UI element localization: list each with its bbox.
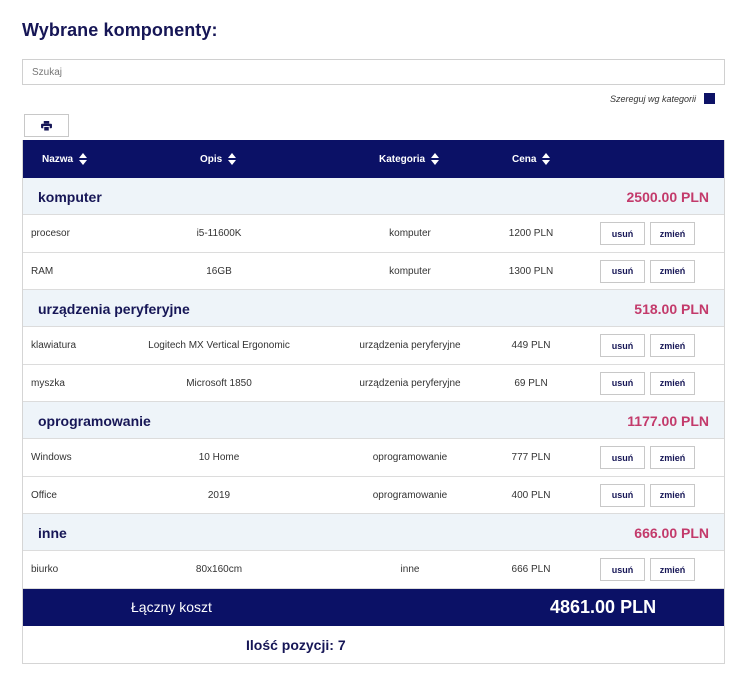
cell-price: 666 PLN <box>511 564 551 575</box>
header-name-label: Nazwa <box>42 153 74 165</box>
components-table: Nazwa Opis Kategoria Cena komputer 2500.… <box>22 140 725 664</box>
header-price-label: Cena <box>512 153 537 165</box>
category-total: 1177.00 PLN <box>627 412 709 429</box>
cell-name: procesor <box>31 228 70 239</box>
cell-price: 449 PLN <box>511 340 551 351</box>
item-count-label: Ilość pozycji: <box>246 636 334 653</box>
cell-price: 1300 PLN <box>508 265 554 277</box>
sort-arrows-icon[interactable] <box>79 153 88 165</box>
header-category[interactable]: Kategoria <box>379 140 440 178</box>
cell-description: 80x160cm <box>195 564 243 575</box>
sort-by-category-checkbox[interactable] <box>704 93 715 104</box>
category-name: oprogramowanie <box>38 412 151 429</box>
edit-button[interactable]: zmień <box>650 222 695 245</box>
sort-by-category-label: Szereguj wg kategorii <box>609 93 696 104</box>
edit-button[interactable]: zmień <box>650 483 695 507</box>
category-name: urządzenia peryferyjne <box>38 300 190 317</box>
category-row: oprogramowanie 1177.00 PLN <box>23 402 724 439</box>
category-name: komputer <box>38 188 102 205</box>
total-cost-value: 4861.00 PLN <box>550 596 657 617</box>
category-row: komputer 2500.00 PLN <box>23 178 724 215</box>
table-row: Windows 10 Home oprogramowanie 777 PLN u… <box>23 439 724 477</box>
delete-button[interactable]: usuń <box>600 259 645 283</box>
sort-arrows-icon[interactable] <box>228 153 237 165</box>
table-row: biurko 80x160cm inne 666 PLN usuń zmień <box>23 551 724 589</box>
cell-description: 16GB <box>206 265 232 277</box>
item-count-row: Ilość pozycji: 7 <box>23 625 724 664</box>
delete-button[interactable]: usuń <box>600 558 645 581</box>
table-row: klawiatura Logitech MX Vertical Ergonomi… <box>23 327 724 365</box>
delete-button[interactable]: usuń <box>600 334 645 357</box>
header-price[interactable]: Cena <box>512 140 551 178</box>
delete-button[interactable]: usuń <box>600 371 645 395</box>
sort-arrows-icon[interactable] <box>431 153 440 165</box>
page-title: Wybrane komponenty: <box>22 20 218 40</box>
cell-name: biurko <box>31 564 59 575</box>
delete-button[interactable]: usuń <box>600 483 645 507</box>
edit-button[interactable]: zmień <box>650 558 695 581</box>
edit-button[interactable]: zmień <box>650 446 695 469</box>
total-cost-row: Łączny koszt 4861.00 PLN <box>23 588 724 626</box>
category-name: inne <box>38 524 67 541</box>
delete-button[interactable]: usuń <box>600 446 645 469</box>
header-category-label: Kategoria <box>379 153 426 165</box>
category-row: urządzenia peryferyjne 518.00 PLN <box>23 290 724 327</box>
cell-price: 69 PLN <box>514 377 548 389</box>
print-icon <box>41 120 52 131</box>
cell-name: Office <box>31 489 57 501</box>
table-row: RAM 16GB komputer 1300 PLN usuń zmień <box>23 252 724 290</box>
cell-description: Microsoft 1850 <box>186 377 252 389</box>
category-row: inne 666.00 PLN <box>23 514 724 551</box>
cell-category: urządzenia peryferyjne <box>359 377 461 389</box>
header-description-label: Opis <box>200 153 223 165</box>
cell-description: i5-11600K <box>196 228 242 239</box>
category-total: 518.00 PLN <box>634 300 709 317</box>
category-total: 2500.00 PLN <box>626 188 710 205</box>
print-button[interactable] <box>24 114 69 137</box>
edit-button[interactable]: zmień <box>650 334 695 357</box>
table-row: procesor i5-11600K komputer 1200 PLN usu… <box>23 215 724 253</box>
cell-name: RAM <box>31 265 54 277</box>
cell-name: Windows <box>31 452 72 463</box>
cell-name: myszka <box>31 377 65 389</box>
table-row: myszka Microsoft 1850 urządzenia peryfer… <box>23 364 724 402</box>
category-total: 666.00 PLN <box>634 524 709 541</box>
delete-button[interactable]: usuń <box>600 222 645 245</box>
cell-description: Logitech MX Vertical Ergonomic <box>148 340 290 351</box>
cell-name: klawiatura <box>31 340 77 351</box>
sort-arrows-icon[interactable] <box>542 153 551 165</box>
header-description[interactable]: Opis <box>200 140 237 178</box>
edit-button[interactable]: zmień <box>650 259 695 283</box>
cell-category: komputer <box>389 228 431 239</box>
item-count: Ilość pozycji: 7 <box>246 626 346 664</box>
cell-description: 2019 <box>207 489 231 501</box>
cell-category: inne <box>400 564 420 575</box>
cell-price: 400 PLN <box>511 489 551 501</box>
table-header: Nazwa Opis Kategoria Cena <box>23 140 724 178</box>
cell-description: 10 Home <box>198 452 240 463</box>
edit-button[interactable]: zmień <box>650 371 695 395</box>
cell-category: komputer <box>389 265 431 277</box>
header-name[interactable]: Nazwa <box>42 140 88 178</box>
cell-category: urządzenia peryferyjne <box>359 340 461 351</box>
total-cost-label: Łączny koszt <box>131 599 212 615</box>
sort-by-category-toggle[interactable]: Szereguj wg kategorii <box>610 93 715 104</box>
search-input[interactable] <box>22 59 725 85</box>
cell-price: 777 PLN <box>511 452 551 463</box>
cell-category: oprogramowanie <box>372 489 448 501</box>
item-count-value: 7 <box>337 636 346 653</box>
cell-price: 1200 PLN <box>508 228 554 239</box>
table-row: Office 2019 oprogramowanie 400 PLN usuń … <box>23 476 724 514</box>
cell-category: oprogramowanie <box>372 452 448 463</box>
